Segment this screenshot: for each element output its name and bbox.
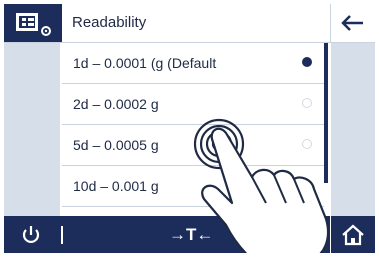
settings-list-icon xyxy=(16,13,51,36)
page-title: Readability xyxy=(72,14,147,31)
power-button[interactable] xyxy=(16,222,46,248)
option-label: 5d – 0.0005 g xyxy=(73,137,159,153)
back-button[interactable] xyxy=(330,4,375,42)
option-label: 10d – 0.001 g xyxy=(73,178,159,194)
option-row[interactable]: 1d – 0.0001 (g (Default xyxy=(62,43,324,84)
header-bar: Readability xyxy=(4,4,375,43)
power-icon xyxy=(22,226,40,243)
option-label: 1d – 0.0001 (g (Default xyxy=(73,55,217,71)
option-label: 2d – 0.0002 g xyxy=(73,96,159,112)
arrow-left-icon xyxy=(341,15,363,31)
left-panel xyxy=(4,43,60,216)
radio-selected[interactable] xyxy=(302,57,312,67)
settings-button[interactable] xyxy=(4,4,62,42)
footer-divider xyxy=(61,226,63,244)
pointing-hand-icon xyxy=(201,127,330,253)
balance-screen: Readability 1d – 0.0001 (g (Default 2d –… xyxy=(4,4,375,253)
